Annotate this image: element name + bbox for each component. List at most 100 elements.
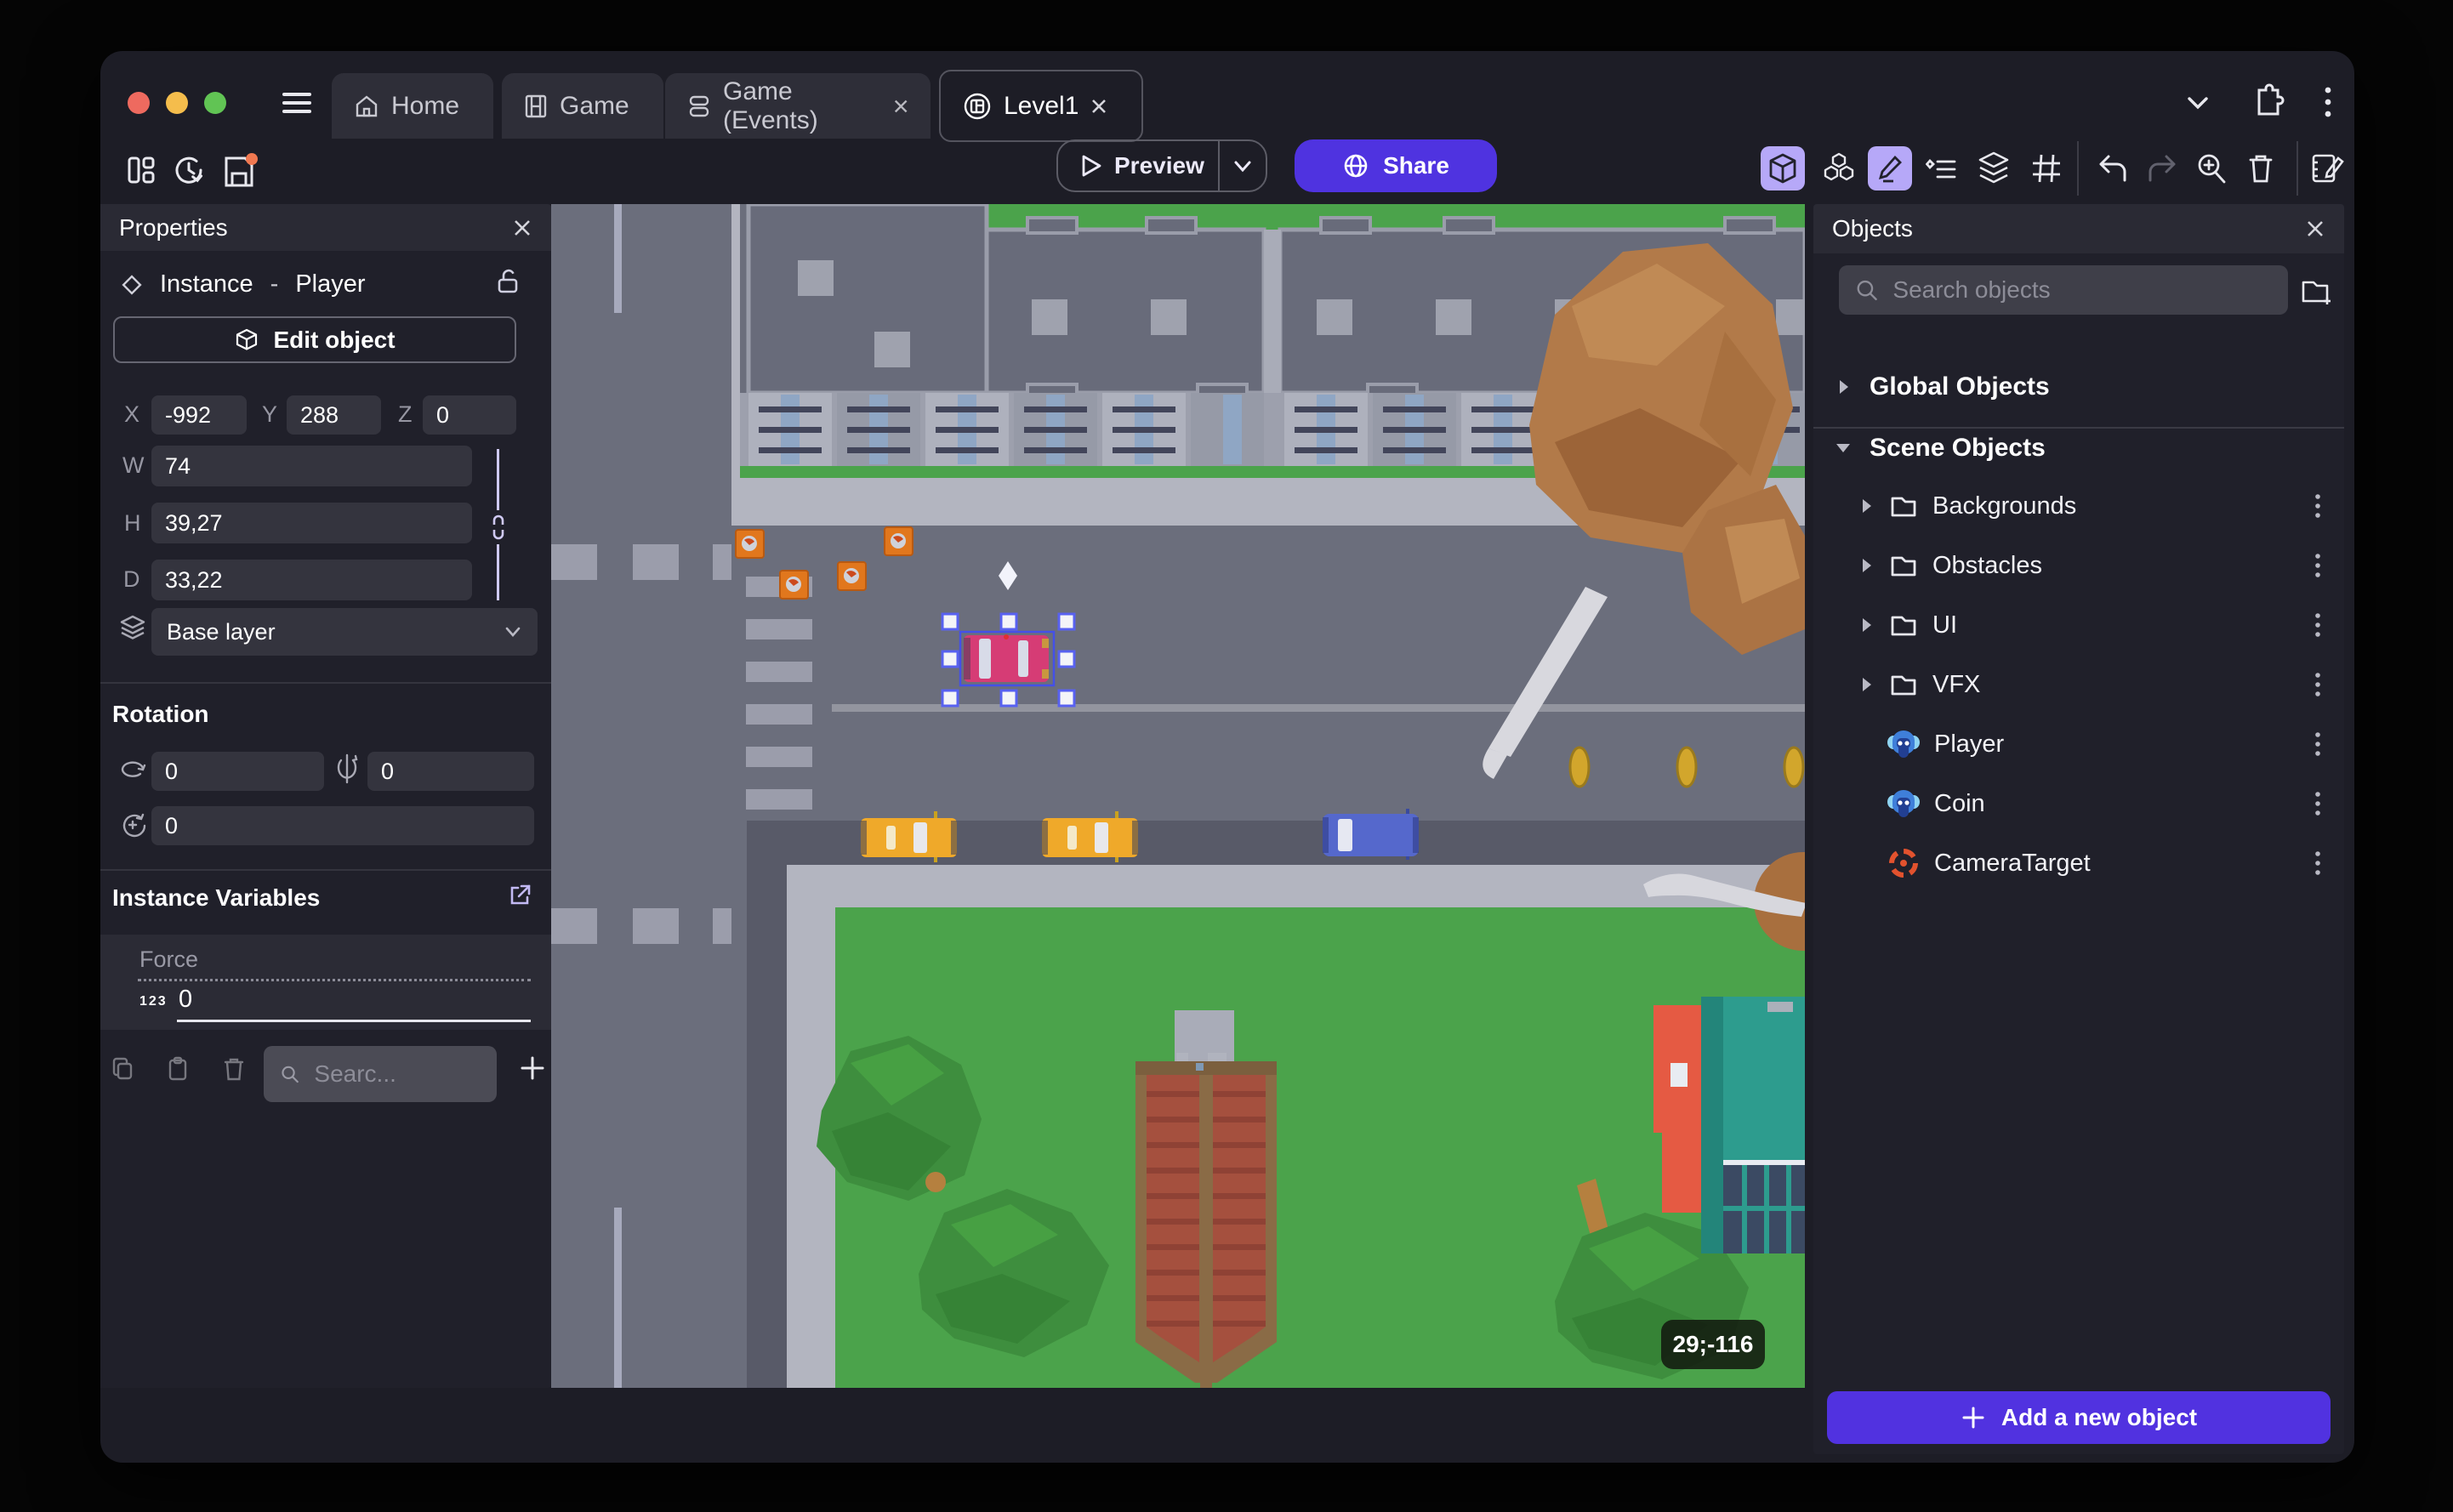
delete-variable-button[interactable] bbox=[223, 1056, 245, 1082]
instances-tool-button[interactable] bbox=[1817, 146, 1861, 190]
kebab-icon[interactable] bbox=[2314, 789, 2322, 818]
object-row-vfx[interactable]: VFX bbox=[1813, 657, 2344, 712]
main-menu-button[interactable] bbox=[281, 88, 313, 117]
tab-level1[interactable]: Level1 bbox=[939, 70, 1143, 142]
tab-home[interactable]: Home bbox=[332, 73, 493, 139]
chevron-down-icon bbox=[2188, 97, 2208, 110]
taxi-car[interactable] bbox=[1042, 811, 1138, 862]
add-folder-button[interactable] bbox=[2300, 276, 2334, 306]
rotation-x-input[interactable] bbox=[151, 752, 324, 791]
toolbar-divider bbox=[2077, 141, 2079, 196]
chevron-right-icon[interactable] bbox=[1861, 617, 1873, 634]
add-new-object-button[interactable]: Add a new object bbox=[1827, 1391, 2331, 1444]
objects-search[interactable] bbox=[1839, 265, 2288, 315]
close-icon[interactable] bbox=[512, 218, 532, 238]
save-button[interactable] bbox=[219, 153, 259, 190]
variable-row[interactable]: Force 123 0 bbox=[100, 935, 551, 1030]
kebab-icon[interactable] bbox=[2314, 611, 2322, 639]
z-label: Z bbox=[398, 401, 413, 427]
redo-icon bbox=[2149, 155, 2176, 182]
edit-tool-button[interactable] bbox=[1868, 146, 1912, 190]
width-input[interactable] bbox=[151, 446, 472, 486]
chevron-right-icon[interactable] bbox=[1861, 676, 1873, 693]
extensions-button[interactable] bbox=[2247, 83, 2285, 121]
paste-variable-button[interactable] bbox=[167, 1056, 189, 1082]
object-list-button[interactable] bbox=[1921, 148, 1963, 190]
kebab-icon bbox=[2325, 87, 2331, 117]
object-row-ui[interactable]: UI bbox=[1813, 598, 2344, 652]
object-label: Backgrounds bbox=[1932, 492, 2077, 520]
window-minimize-button[interactable] bbox=[166, 92, 188, 114]
object-row-player[interactable]: Player bbox=[1813, 717, 2344, 771]
window-close-button[interactable] bbox=[128, 92, 150, 114]
object-row-backgrounds[interactable]: Backgrounds bbox=[1813, 479, 2344, 533]
tabs-overflow-button[interactable] bbox=[2183, 90, 2213, 116]
close-icon[interactable] bbox=[1090, 98, 1107, 115]
close-icon[interactable] bbox=[2305, 219, 2325, 239]
variables-search[interactable] bbox=[264, 1046, 497, 1102]
kebab-icon[interactable] bbox=[2314, 849, 2322, 878]
kebab-icon[interactable] bbox=[2314, 492, 2322, 520]
z-input[interactable] bbox=[423, 395, 516, 435]
tab-label: Game bbox=[560, 91, 629, 120]
group-label: Scene Objects bbox=[1870, 434, 2046, 462]
blue-car[interactable] bbox=[1323, 809, 1419, 860]
add-variable-button[interactable] bbox=[519, 1054, 546, 1082]
rotation-y-input[interactable] bbox=[367, 752, 534, 791]
move-3d-tool-button[interactable] bbox=[1761, 146, 1805, 190]
preview-options-button[interactable] bbox=[1220, 156, 1266, 175]
x-input[interactable] bbox=[151, 395, 247, 435]
scene-canvas[interactable]: 29;-116 bbox=[551, 204, 1805, 1388]
preview-button[interactable]: Preview bbox=[1056, 139, 1267, 192]
aspect-link-button[interactable] bbox=[487, 514, 509, 541]
grid-button[interactable] bbox=[2024, 146, 2069, 190]
globe-icon bbox=[1344, 154, 1368, 178]
lock-toggle-button[interactable] bbox=[495, 267, 522, 296]
camera-target-icon bbox=[1889, 849, 1918, 878]
chevron-down-icon bbox=[1836, 444, 1850, 452]
edit-object-button[interactable]: Edit object bbox=[113, 316, 516, 363]
brick-building[interactable] bbox=[1135, 1010, 1277, 1388]
zoom-button[interactable] bbox=[2189, 146, 2234, 190]
tab-game[interactable]: Game bbox=[502, 73, 663, 139]
chevron-right-icon[interactable] bbox=[1861, 557, 1873, 574]
scene-objects-group[interactable]: Scene Objects bbox=[1834, 434, 2046, 463]
plus-icon bbox=[1962, 1407, 1984, 1429]
window-zoom-button[interactable] bbox=[204, 92, 226, 114]
y-input[interactable] bbox=[287, 395, 381, 435]
layers-icon bbox=[1978, 151, 2009, 184]
variables-search-input[interactable] bbox=[312, 1060, 480, 1089]
global-objects-group[interactable]: Global Objects bbox=[1837, 372, 2050, 401]
project-manager-button[interactable] bbox=[124, 153, 158, 187]
depth-input[interactable] bbox=[151, 560, 472, 600]
taxi-car[interactable] bbox=[861, 811, 957, 862]
history-button[interactable] bbox=[172, 153, 206, 187]
tab-game-events[interactable]: Game (Events) bbox=[665, 73, 931, 139]
delete-button[interactable] bbox=[2239, 146, 2283, 190]
player-car-instance[interactable] bbox=[964, 634, 1049, 682]
object-row-cameratarget[interactable]: CameraTarget bbox=[1813, 836, 2344, 890]
layer-select[interactable]: Base layer bbox=[151, 608, 538, 656]
kebab-icon[interactable] bbox=[2314, 551, 2322, 580]
undo-button[interactable] bbox=[2091, 146, 2135, 190]
height-input[interactable] bbox=[151, 503, 472, 543]
object-row-obstacles[interactable]: Obstacles bbox=[1813, 538, 2344, 593]
kebab-icon[interactable] bbox=[2314, 670, 2322, 699]
copy-variable-button[interactable] bbox=[111, 1056, 134, 1082]
open-variables-button[interactable] bbox=[507, 883, 532, 908]
variable-value-underline bbox=[177, 1020, 531, 1022]
rotation-z-input[interactable] bbox=[151, 806, 534, 845]
objects-search-input[interactable] bbox=[1891, 276, 2271, 304]
object-row-coin[interactable]: Coin bbox=[1813, 776, 2344, 831]
rotate-x-icon bbox=[117, 755, 148, 786]
kebab-icon[interactable] bbox=[2314, 730, 2322, 759]
window-menu-button[interactable] bbox=[2322, 83, 2334, 121]
close-icon[interactable] bbox=[893, 98, 908, 115]
toolbar-divider bbox=[2296, 141, 2298, 196]
redo-button[interactable] bbox=[2140, 146, 2184, 190]
chevron-right-icon[interactable] bbox=[1861, 497, 1873, 514]
share-button[interactable]: Share bbox=[1295, 139, 1497, 192]
edit-scene-properties-button[interactable] bbox=[2305, 146, 2349, 190]
layers-panel-button[interactable] bbox=[1972, 146, 2016, 190]
layer-icon bbox=[119, 614, 146, 641]
